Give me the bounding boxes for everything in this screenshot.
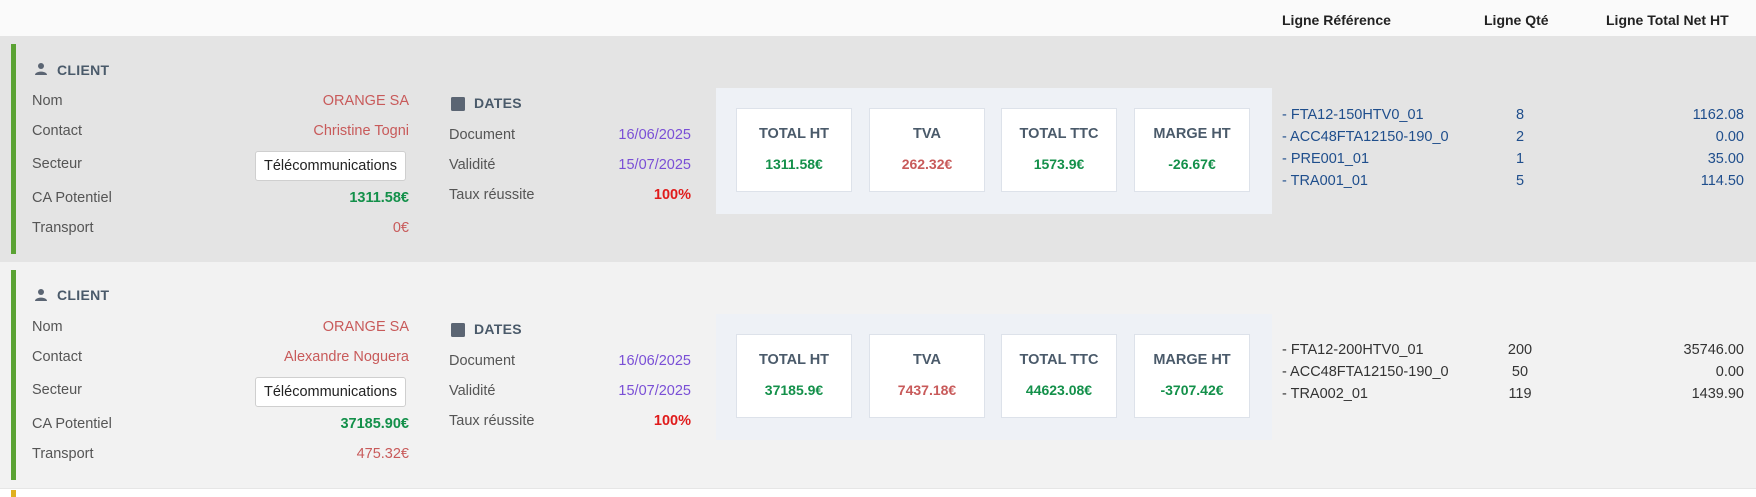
line-ref: - TRA002_01 [1282,386,1368,402]
card-title: MARGE HT [1153,126,1231,142]
taux-reussite-value: 100% [653,413,691,429]
taux-reussite-label: Taux réussite [449,413,535,429]
nom-value: ORANGE SA [322,93,409,109]
card-value: 1573.9€ [1033,156,1085,172]
taux-reussite-label: Taux réussite [449,187,535,203]
contact-value: Alexandre Noguera [284,349,409,365]
validite-label: Validité [449,157,496,173]
card-title: TOTAL HT [758,352,830,368]
line-qty: 5 [1515,173,1525,189]
contact-label: Contact [32,123,82,139]
column-header-ref[interactable]: Ligne Référence [1282,12,1391,28]
client-section-title: CLIENT [57,62,110,78]
total-ttc-card: TOTAL TTC 44623.08€ [1001,334,1117,418]
line-total: 0.00 [1715,129,1744,145]
card-value: -3707.42€ [1160,382,1224,398]
total-ht-card: TOTAL HT 1311.58€ [736,108,852,192]
nom-label: Nom [32,93,63,109]
line-ref: - TRA001_01 [1282,173,1368,189]
row-status-bar [11,270,16,480]
line-total: 1439.90 [1691,386,1744,402]
total-ttc-card: TOTAL TTC 1573.9€ [1001,108,1117,192]
contact-label: Contact [32,349,82,365]
line-qty: 50 [1511,364,1529,380]
document-date: 16/06/2025 [618,353,691,369]
user-icon [34,62,48,81]
transport-value: 475.32€ [356,446,409,462]
card-value: -26.67€ [1168,156,1216,172]
column-header-qty[interactable]: Ligne Qté [1484,12,1549,28]
card-title: TVA [913,352,941,368]
document-date: 16/06/2025 [618,127,691,143]
totals-panel: TOTAL HT 1311.58€ TVA 262.32€ TOTAL TTC … [716,88,1272,214]
taux-reussite-value: 100% [653,187,691,203]
secteur-label: Secteur [32,382,82,398]
card-title: MARGE HT [1153,352,1231,368]
tva-card: TVA 262.32€ [869,108,985,192]
line-total: 35746.00 [1683,342,1744,358]
ca-potentiel-value: 37185.90€ [340,416,409,432]
line-total: 35.00 [1707,151,1744,167]
user-icon [34,288,48,307]
secteur-tag[interactable]: Télécommunications [255,151,406,181]
ca-potentiel-value: 1311.58€ [349,190,409,206]
ca-potentiel-label: CA Potentiel [32,190,112,206]
nom-value: ORANGE SA [322,319,409,335]
card-value: 1311.58€ [765,156,823,172]
document-label: Document [449,353,516,369]
validite-label: Validité [449,383,496,399]
card-value: 262.32€ [901,156,953,172]
line-total: 114.50 [1700,173,1744,189]
line-qty: 119 [1508,386,1532,402]
transport-value: 0€ [392,220,409,236]
dates-section-title: DATES [474,95,522,111]
line-qty: 2 [1515,129,1525,145]
row-status-bar [11,44,16,254]
tva-card: TVA 7437.18€ [869,334,985,418]
nom-label: Nom [32,319,63,335]
validite-date: 15/07/2025 [618,157,691,173]
line-ref: - ACC48FTA12150-190_0 [1282,364,1449,380]
line-ref: - FTA12-150HTV0_01 [1282,107,1424,123]
line-qty: 8 [1515,107,1525,123]
table-row[interactable]: CLIENT Nom ORANGE SA Contact Christine T… [0,36,1756,262]
card-title: TVA [913,126,941,142]
validite-date: 15/07/2025 [618,383,691,399]
line-ref: - ACC48FTA12150-190_0 [1282,129,1449,145]
line-qty: 1 [1515,151,1525,167]
client-section-title: CLIENT [57,287,110,303]
document-label: Document [449,127,516,143]
dates-section-title: DATES [474,321,522,337]
line-qty: 200 [1507,342,1533,358]
card-value: 44623.08€ [1025,382,1093,398]
secteur-tag[interactable]: Télécommunications [255,377,406,407]
card-value: 7437.18€ [897,382,957,398]
table-row[interactable]: CLIENT Nom ORANGE SA Contact Alexandre N… [0,262,1756,488]
calendar-icon [451,323,465,342]
card-title: TOTAL HT [758,126,830,142]
calendar-icon [451,97,465,116]
secteur-label: Secteur [32,156,82,172]
table-header: Ligne Référence Ligne Qté Ligne Total Ne… [0,0,1756,36]
card-title: TOTAL TTC [1019,126,1099,142]
total-ht-card: TOTAL HT 37185.9€ [736,334,852,418]
transport-label: Transport [32,446,94,462]
column-header-total[interactable]: Ligne Total Net HT [1606,12,1729,28]
line-total: 1162.08 [1692,107,1744,123]
line-ref: - PRE001_01 [1282,151,1370,167]
contact-value: Christine Togni [313,123,409,139]
totals-panel: TOTAL HT 37185.9€ TVA 7437.18€ TOTAL TTC… [716,314,1272,440]
card-title: TOTAL TTC [1019,352,1099,368]
marge-ht-card: MARGE HT -3707.42€ [1134,334,1250,418]
transport-label: Transport [32,220,94,236]
line-ref: - FTA12-200HTV0_01 [1282,342,1424,358]
line-total: 0.00 [1715,364,1744,380]
marge-ht-card: MARGE HT -26.67€ [1134,108,1250,192]
card-value: 37185.9€ [764,382,824,398]
ca-potentiel-label: CA Potentiel [32,416,112,432]
